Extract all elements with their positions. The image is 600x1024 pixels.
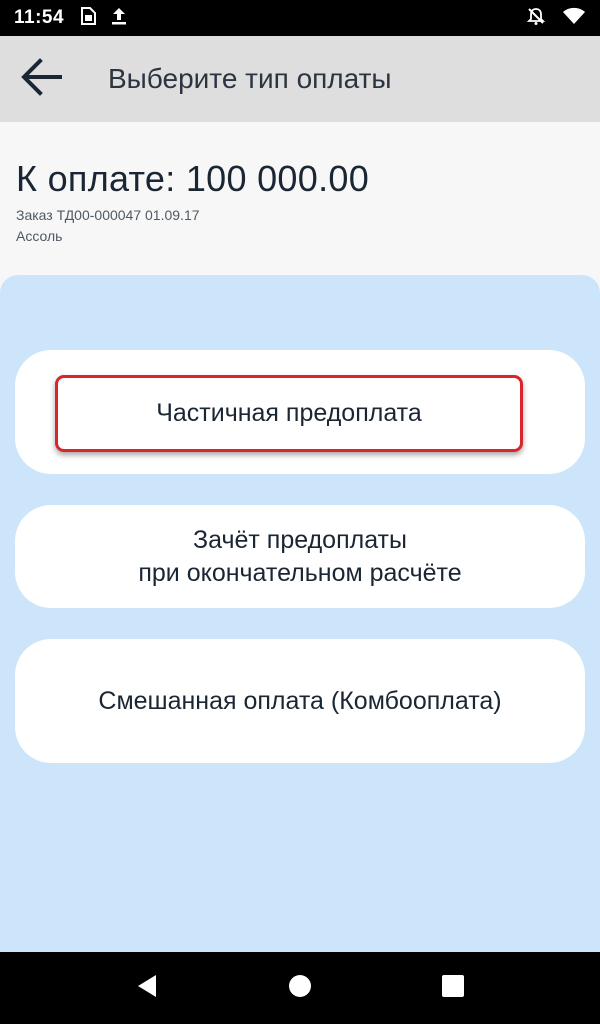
notifications-off-icon <box>526 6 546 31</box>
back-triangle-icon <box>134 973 160 1004</box>
status-right-icons <box>526 6 586 31</box>
option-prepayment-offset-button[interactable]: Зачёт предоплаты при окончательном расчё… <box>15 505 585 608</box>
arrow-back-icon <box>20 57 64 102</box>
recents-square-icon <box>441 974 465 1003</box>
nav-home-button[interactable] <box>280 968 320 1008</box>
option-label: Смешанная оплата (Комбооплата) <box>98 686 502 715</box>
back-button[interactable] <box>0 36 84 122</box>
option-mixed-payment-button[interactable]: Смешанная оплата (Комбооплата) <box>15 639 585 763</box>
home-circle-icon <box>288 974 312 1003</box>
payment-summary: К оплате: 100 000.00 Заказ ТД00-000047 0… <box>0 122 600 275</box>
option-partial-prepayment-button[interactable]: Частичная предоплата <box>55 375 523 452</box>
status-time: 11:54 <box>14 7 65 28</box>
order-info: Заказ ТД00-000047 01.09.17 <box>16 207 200 223</box>
page-title: Выберите тип оплаты <box>108 63 392 94</box>
app-bar: Выберите тип оплаты <box>0 36 600 122</box>
option-label-line: при окончательном расчёте <box>138 558 462 587</box>
amount-due: К оплате: 100 000.00 <box>16 158 370 199</box>
sim-card-icon <box>78 6 98 31</box>
option-label: Частичная предоплата <box>156 399 422 428</box>
nav-back-button[interactable] <box>127 968 167 1008</box>
status-bar: 11:54 <box>0 0 600 36</box>
option-partial-prepayment-card: Частичная предоплата <box>15 350 585 474</box>
client-name: Ассоль <box>16 228 63 244</box>
option-label-line: Зачёт предоплаты <box>193 526 407 554</box>
nav-recents-button[interactable] <box>433 968 473 1008</box>
system-nav-bar <box>0 952 600 1024</box>
wifi-icon <box>562 6 586 31</box>
upload-icon <box>110 6 128 31</box>
option-label: Зачёт предоплаты при окончательном расчё… <box>138 524 461 589</box>
payment-options-panel: Частичная предоплата Зачёт предоплаты пр… <box>0 275 600 952</box>
status-left-icons <box>78 6 128 31</box>
